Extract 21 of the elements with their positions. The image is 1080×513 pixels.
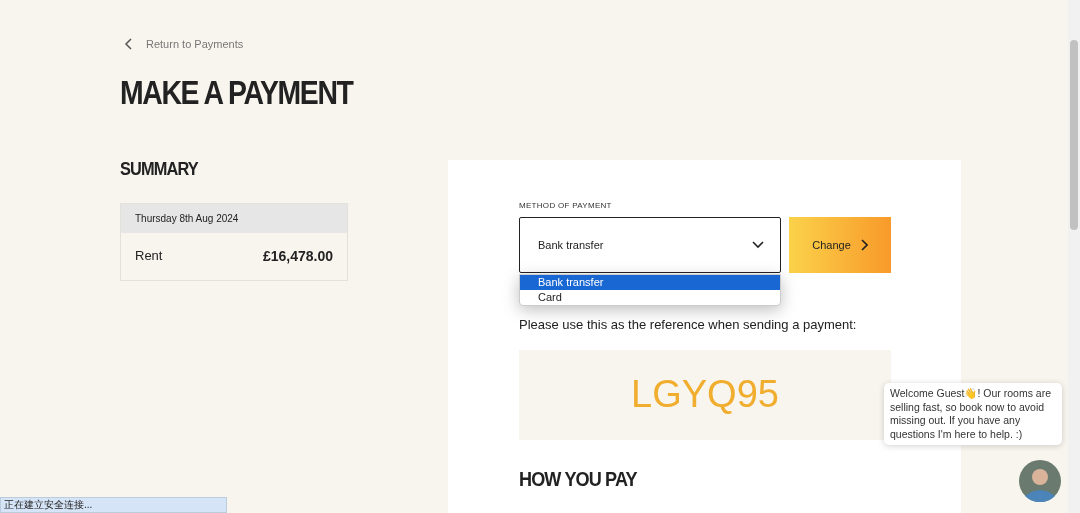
status-bar: 正在建立安全连接... xyxy=(0,497,227,513)
chevron-right-icon xyxy=(860,239,868,251)
summary-amount: £16,478.00 xyxy=(262,246,333,266)
avatar[interactable] xyxy=(1019,460,1061,502)
page-title: MAKE A PAYMENT xyxy=(120,72,353,113)
reference-hint: Please use this as the reference when sending a payment: xyxy=(519,316,858,334)
chat-message: Welcome Guest👋! Our rooms are selling fast, so book now to avoid missing out. If you have any questions I'm here to help. :) xyxy=(884,383,1062,445)
section-heading: SUMMARY xyxy=(120,156,198,181)
chevron-down-icon xyxy=(752,241,764,249)
payment-method-select[interactable]: Bank transfer xyxy=(519,217,781,273)
back-icon xyxy=(124,38,132,51)
change-button[interactable]: Change xyxy=(789,217,891,273)
dropdown-option[interactable]: Bank transfer xyxy=(520,275,780,290)
scrollbar[interactable] xyxy=(1068,0,1080,513)
section-heading: HOW YOU PAY xyxy=(519,465,637,491)
summary-date: Thursday 8th Aug 2024 xyxy=(135,212,239,224)
field-label: METHOD OF PAYMENT xyxy=(519,200,613,212)
reference-code: LGYQ95 xyxy=(631,372,779,417)
summary-label: Rent xyxy=(135,246,163,265)
dropdown-option[interactable]: Card xyxy=(520,290,780,305)
back-link[interactable]: Return to Payments xyxy=(124,36,348,53)
